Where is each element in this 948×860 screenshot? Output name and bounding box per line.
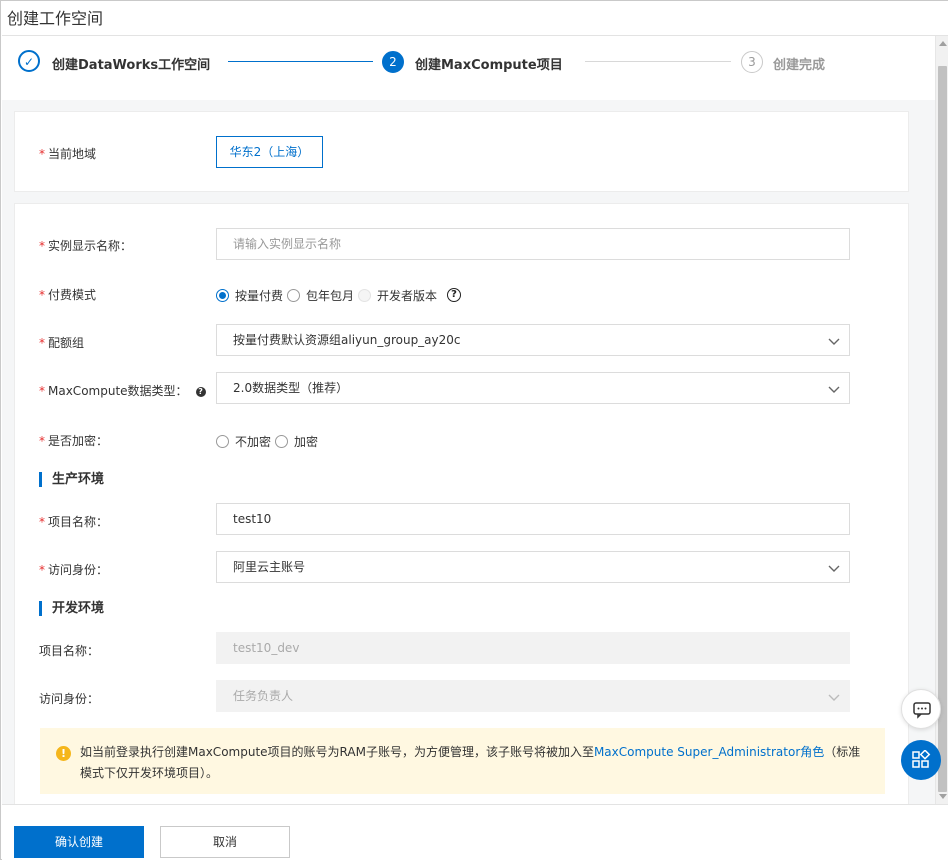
exclamation-icon: !	[56, 746, 71, 761]
scroll-thumb[interactable]	[938, 66, 947, 792]
dev-access-identity-select: 任务负责人	[216, 680, 850, 712]
notice-role-link[interactable]: MaxCompute Super_Administrator角色	[594, 745, 824, 759]
confirm-create-button[interactable]: 确认创建	[14, 826, 144, 858]
scroll-up-arrow-icon[interactable]	[939, 41, 947, 46]
step-3-number: 3	[741, 51, 763, 73]
encryption-radio-group: 不加密 加密	[216, 431, 322, 451]
required-mark: *	[39, 288, 45, 302]
chat-button[interactable]	[901, 689, 941, 729]
billing-option-subscription[interactable]: 包年包月	[306, 287, 354, 304]
step-2-number: 2	[382, 51, 404, 73]
billing-option-payg[interactable]: 按量付费	[235, 287, 283, 304]
vertical-scrollbar[interactable]	[935, 36, 948, 804]
billing-radio-payg[interactable]	[216, 288, 229, 302]
prod-project-name-input[interactable]: test10	[216, 503, 850, 535]
chevron-down-icon	[827, 690, 841, 704]
data-type-value: 2.0数据类型（推荐）	[233, 381, 349, 395]
dev-access-identity-label: 访问身份：	[39, 692, 100, 706]
required-mark: *	[39, 384, 45, 398]
data-type-label: * MaxCompute数据类型：?	[39, 382, 206, 399]
step-connector-todo	[585, 61, 731, 62]
instance-name-label-text: 实例显示名称：	[48, 239, 133, 253]
step-1-check-icon: ✓	[18, 50, 40, 72]
dev-project-name-input: test10_dev	[216, 632, 850, 664]
steps-bar: ✓ 创建DataWorks工作空间 2 创建MaxCompute项目 3 创建完…	[2, 36, 935, 100]
required-mark: *	[39, 239, 45, 253]
prod-access-identity-label: * 访问身份：	[39, 561, 108, 578]
chevron-down-icon	[827, 561, 841, 575]
step-2-label: 创建MaxCompute项目	[415, 58, 563, 73]
data-type-select[interactable]: 2.0数据类型（推荐）	[216, 372, 850, 404]
quota-group-value: 按量付费默认资源组aliyun_group_ay20c	[233, 333, 461, 347]
notice-text: 如当前登录执行创建MaxCompute项目的账号为RAM子账号，为方便管理，该子…	[80, 742, 870, 784]
region-button[interactable]: 华东2（上海）	[216, 136, 323, 168]
instance-name-label: * 实例显示名称：	[39, 237, 132, 254]
cancel-button[interactable]: 取消	[160, 826, 290, 858]
dev-env-title: 开发环境	[39, 601, 104, 616]
dev-project-name-label: 项目名称：	[39, 644, 100, 658]
prod-project-name-label-text: 项目名称：	[48, 515, 109, 529]
prod-access-identity-label-text: 访问身份：	[48, 563, 109, 577]
billing-label-text: 付费模式	[48, 288, 97, 302]
step-3-label: 创建完成	[773, 58, 826, 73]
billing-radio-developer	[358, 288, 372, 302]
prod-access-identity-value: 阿里云主账号	[233, 560, 306, 574]
step-1-label: 创建DataWorks工作空间	[52, 58, 211, 73]
apps-button[interactable]	[901, 740, 941, 780]
encryption-radio-yes[interactable]	[275, 434, 289, 448]
quota-group-select[interactable]: 按量付费默认资源组aliyun_group_ay20c	[216, 324, 850, 356]
dialog-footer: 确认创建 取消	[2, 804, 948, 860]
prod-access-identity-select[interactable]: 阿里云主账号	[216, 551, 850, 583]
encryption-label: * 是否加密：	[39, 432, 108, 449]
chevron-down-icon	[827, 334, 841, 348]
billing-radio-subscription[interactable]	[287, 288, 301, 302]
encryption-radio-no[interactable]	[216, 434, 229, 448]
required-mark: *	[39, 515, 45, 529]
dialog-frame: 创建工作空间 ✓ 创建DataWorks工作空间 2 创建MaxCompute项…	[0, 0, 948, 860]
ram-notice: ! 如当前登录执行创建MaxCompute项目的账号为RAM子账号，为方便管理，…	[40, 728, 885, 794]
required-mark: *	[39, 147, 45, 161]
chevron-down-icon	[827, 382, 841, 396]
form-card: * 实例显示名称： 请输入实例显示名称 * 付费模式 按量付费 包年包月 开发者版本…	[14, 203, 909, 804]
encryption-option-yes[interactable]: 加密	[294, 433, 318, 450]
billing-radio-group: 按量付费 包年包月 开发者版本 ?	[216, 285, 462, 305]
encryption-option-no[interactable]: 不加密	[235, 433, 271, 450]
region-label-text: 当前地域	[48, 147, 97, 161]
billing-option-developer: 开发者版本	[377, 288, 438, 303]
required-mark: *	[39, 434, 45, 448]
title-bar: 创建工作空间	[2, 1, 948, 36]
chat-icon	[913, 702, 931, 719]
required-mark: *	[39, 336, 45, 350]
step-connector-done	[228, 61, 373, 62]
question-circle-icon[interactable]: ?	[447, 288, 462, 302]
prod-project-name-label: * 项目名称：	[39, 513, 108, 530]
scroll-down-arrow-icon[interactable]	[939, 794, 947, 799]
question-filled-icon[interactable]: ?	[195, 386, 206, 397]
encryption-label-text: 是否加密：	[48, 434, 109, 448]
prod-env-title: 生产环境	[39, 472, 104, 487]
scroll-area[interactable]: ✓ 创建DataWorks工作空间 2 创建MaxCompute项目 3 创建完…	[2, 36, 948, 804]
data-type-label-text: MaxCompute数据类型：	[48, 384, 188, 398]
quota-group-label-text: 配额组	[48, 336, 85, 350]
region-card: * 当前地域 华东2（上海）	[14, 111, 909, 192]
region-label: * 当前地域	[39, 145, 96, 162]
dev-access-identity-value: 任务负责人	[233, 689, 294, 703]
apps-grid-icon	[912, 750, 931, 768]
instance-name-input[interactable]: 请输入实例显示名称	[216, 228, 850, 260]
dialog-title: 创建工作空间	[7, 9, 104, 28]
notice-text-before: 如当前登录执行创建MaxCompute项目的账号为RAM子账号，为方便管理，该子…	[80, 745, 594, 759]
billing-label: * 付费模式	[39, 286, 96, 303]
required-mark: *	[39, 563, 45, 577]
quota-group-label: * 配额组	[39, 334, 84, 351]
